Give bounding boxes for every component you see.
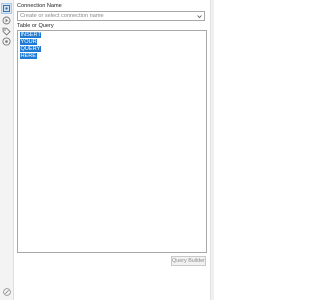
connection-name-label: Connection Name [17,3,62,9]
connection-name-field[interactable]: Create or select connection name [17,11,205,21]
query-line: YOUR [20,39,41,46]
query-line: HERE [20,53,41,60]
table-or-query-label: Table or Query [17,23,54,29]
query-line-text: HERE [20,53,37,59]
query-line: INSERT [20,32,42,39]
options-icon[interactable] [2,37,11,46]
query-editor[interactable]: INSERT YOUR QUERY HERE [17,30,207,253]
query-text[interactable]: INSERT YOUR QUERY HERE [20,32,42,60]
query-builder-button[interactable]: Query Builder [171,256,206,266]
tag-icon[interactable] [2,27,11,36]
connection-name-placeholder: Create or select connection name [20,13,104,19]
help-icon[interactable] [3,288,11,296]
config-panel: Connection Name Create or select connect… [17,3,207,266]
chevron-down-icon[interactable] [196,13,203,20]
query-line-text: QUERY [20,46,41,52]
query-line-text: INSERT [20,32,42,38]
query-line-text: YOUR [20,39,38,45]
query-line: QUERY [20,46,41,53]
settings-icon[interactable] [1,3,12,14]
right-scroll-track [210,0,214,300]
left-icon-rail [0,0,14,300]
play-icon[interactable] [2,16,11,25]
tool-config-window: Connection Name Create or select connect… [0,0,214,300]
